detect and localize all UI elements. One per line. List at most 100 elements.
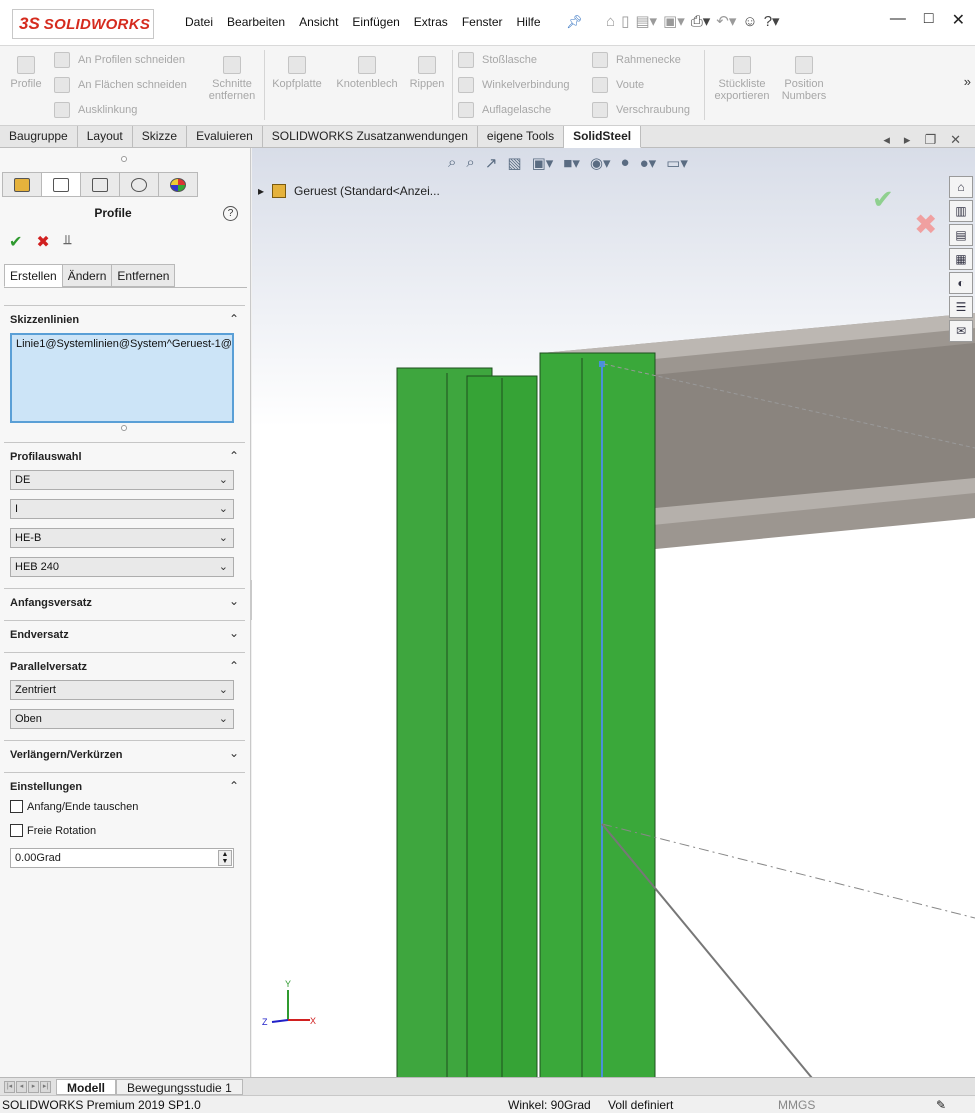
profile-size-select[interactable]: HEB 240 ⌄ <box>10 557 234 577</box>
horizontal-offset-select[interactable]: Zentriert ⌄ <box>10 680 234 700</box>
save-icon[interactable]: ▣▾ <box>663 12 685 30</box>
menu-einfuegen[interactable]: Einfügen <box>345 15 406 29</box>
home-icon[interactable]: ⌂ <box>949 176 973 198</box>
tab-solidsteel[interactable]: SolidSteel <box>564 126 642 148</box>
tab-evaluieren[interactable]: Evaluieren <box>187 126 263 148</box>
profile-series-select[interactable]: HE-B ⌄ <box>10 528 234 548</box>
vertical-offset-select[interactable]: Oben ⌄ <box>10 709 234 729</box>
display-style-icon[interactable]: ■▾ <box>563 154 580 172</box>
restore-doc-icon[interactable]: ❐ <box>924 132 936 148</box>
user-icon[interactable]: ☺ <box>742 13 757 30</box>
new-icon[interactable]: ▯ <box>621 12 629 30</box>
view-palette-icon[interactable]: ▦ <box>949 248 973 270</box>
tab-erstellen[interactable]: Erstellen <box>4 264 63 287</box>
cancel-icon[interactable]: ✖ <box>36 232 49 252</box>
maximize-icon[interactable]: □ <box>924 10 934 30</box>
design-library-icon[interactable]: ▥ <box>949 200 973 222</box>
position-numbers-command[interactable]: Position Numbers <box>778 56 830 102</box>
section-settings[interactable]: Einstellungen <box>10 781 82 793</box>
previous-view-icon[interactable]: ↗ <box>485 154 498 172</box>
cut-faces-command[interactable]: An Flächen schneiden <box>54 77 187 93</box>
tab-layout[interactable]: Layout <box>78 126 133 148</box>
next-tab-icon[interactable]: ▸ <box>28 1080 39 1093</box>
listbox-resize-grip[interactable] <box>121 425 127 431</box>
undo-icon[interactable]: ↶▾ <box>716 12 736 30</box>
butt-strap-command[interactable]: Stoßlasche <box>458 52 537 68</box>
checkbox-box[interactable] <box>10 800 23 813</box>
gusset-command[interactable]: Knotenblech <box>332 56 402 90</box>
quick-tips-icon[interactable]: ✎ <box>936 1098 946 1112</box>
open-icon[interactable]: ▤▾ <box>635 12 657 30</box>
frame-corner-command[interactable]: Rahmenecke <box>592 52 681 68</box>
chevron-up-icon[interactable]: ⌃ <box>229 449 239 463</box>
solidworks-logo[interactable]: 3S SOLIDWORKS <box>12 9 154 39</box>
configuration-tab[interactable] <box>80 172 120 197</box>
property-manager-tab[interactable] <box>41 172 81 197</box>
tab-aendern[interactable]: Ändern <box>61 264 113 287</box>
confirm-ok-icon[interactable]: ✔ <box>872 184 894 215</box>
custom-properties-icon[interactable]: ☰ <box>949 296 973 318</box>
free-rotation-checkbox[interactable]: Freie Rotation <box>10 824 96 837</box>
section-end-offset[interactable]: Endversatz <box>10 629 69 641</box>
chevron-down-icon[interactable]: ⌄ <box>229 594 239 608</box>
tab-zusatzanwendungen[interactable]: SOLIDWORKS Zusatzanwendungen <box>263 126 478 148</box>
end-plate-command[interactable]: Kopfplatte <box>268 56 326 90</box>
angle-joint-command[interactable]: Winkelverbindung <box>458 77 569 93</box>
edit-appearance-icon[interactable]: ● <box>621 154 630 172</box>
prev-tab-icon[interactable]: ◂ <box>16 1080 27 1093</box>
graphics-area[interactable]: ⌕ ⌕ ↗ ▧ ▣▾ ■▾ ◉▾ ● ●▾ ▭▾ ▸ Geruest (Stan… <box>252 148 975 1078</box>
zoom-fit-icon[interactable]: ⌕ <box>448 154 456 172</box>
checkbox-box[interactable] <box>10 824 23 837</box>
chevron-up-icon[interactable]: ⌃ <box>229 312 239 326</box>
more-commands-icon[interactable]: » <box>964 74 971 89</box>
notch-command[interactable]: Ausklinkung <box>54 102 137 118</box>
section-view-icon[interactable]: ▧ <box>507 154 521 172</box>
prev-doc-icon[interactable]: ◂ <box>883 132 890 148</box>
section-start-offset[interactable]: Anfangsversatz <box>10 597 92 609</box>
support-strap-command[interactable]: Auflagelasche <box>458 102 551 118</box>
forum-icon[interactable]: ✉ <box>949 320 973 342</box>
view-orientation-icon[interactable]: ▣▾ <box>532 154 554 172</box>
haunch-command[interactable]: Voute <box>592 77 644 93</box>
home-icon[interactable]: ⌂ <box>606 13 615 30</box>
print-icon[interactable]: ⎙▾ <box>691 12 711 30</box>
chevron-down-icon[interactable]: ⌄ <box>229 626 239 640</box>
hide-show-icon[interactable]: ◉▾ <box>590 154 611 172</box>
remove-cuts-command[interactable]: Schnitte entfernen <box>204 56 260 102</box>
view-settings-icon[interactable]: ▭▾ <box>666 154 688 172</box>
chevron-down-icon[interactable]: ⌄ <box>229 746 239 760</box>
file-explorer-icon[interactable]: ▤ <box>949 224 973 246</box>
section-extend-trim[interactable]: Verlängern/Verkürzen <box>10 749 123 761</box>
display-manager-tab[interactable] <box>158 172 198 197</box>
confirm-cancel-icon[interactable]: ✖ <box>914 208 937 241</box>
menu-ansicht[interactable]: Ansicht <box>292 15 345 29</box>
rotation-angle-input[interactable]: 0.00Grad ▲ ▼ <box>10 848 234 868</box>
tab-baugruppe[interactable]: Baugruppe <box>0 126 78 148</box>
standard-select[interactable]: DE ⌄ <box>10 470 234 490</box>
bolting-command[interactable]: Verschraubung <box>592 102 690 118</box>
list-item[interactable]: Linie1@Systemlinien@System^Geruest-1@ <box>16 338 232 350</box>
help-icon[interactable]: ? <box>223 206 238 221</box>
tab-eigene-tools[interactable]: eigene Tools <box>478 126 565 148</box>
spin-arrows-icon[interactable]: ▲ ▼ <box>218 850 232 866</box>
pushpin-icon[interactable]: ⫫ <box>64 232 71 252</box>
menu-extras[interactable]: Extras <box>407 15 455 29</box>
menu-datei[interactable]: Datei <box>178 15 220 29</box>
export-bom-command[interactable]: Stückliste exportieren <box>710 56 774 102</box>
feature-tree-tab[interactable] <box>2 172 42 197</box>
close-icon[interactable]: ✕ <box>952 10 965 30</box>
ok-icon[interactable]: ✔ <box>9 232 22 252</box>
minimize-icon[interactable]: — <box>890 10 906 30</box>
swap-start-end-checkbox[interactable]: Anfang/Ende tauschen <box>10 800 138 813</box>
help-icon[interactable]: ?▾ <box>764 12 780 30</box>
apply-scene-icon[interactable]: ●▾ <box>640 154 657 172</box>
tab-skizze[interactable]: Skizze <box>133 126 188 148</box>
profile-command[interactable]: Profile <box>8 56 44 90</box>
last-tab-icon[interactable]: ▸| <box>40 1080 51 1093</box>
section-sketch-lines[interactable]: Skizzenlinien <box>10 314 79 326</box>
next-doc-icon[interactable]: ▸ <box>904 132 911 148</box>
menu-hilfe[interactable]: Hilfe <box>510 15 548 29</box>
menu-bearbeiten[interactable]: Bearbeiten <box>220 15 292 29</box>
cut-profiles-command[interactable]: An Profilen schneiden <box>54 52 185 68</box>
panel-grip[interactable] <box>121 156 127 162</box>
